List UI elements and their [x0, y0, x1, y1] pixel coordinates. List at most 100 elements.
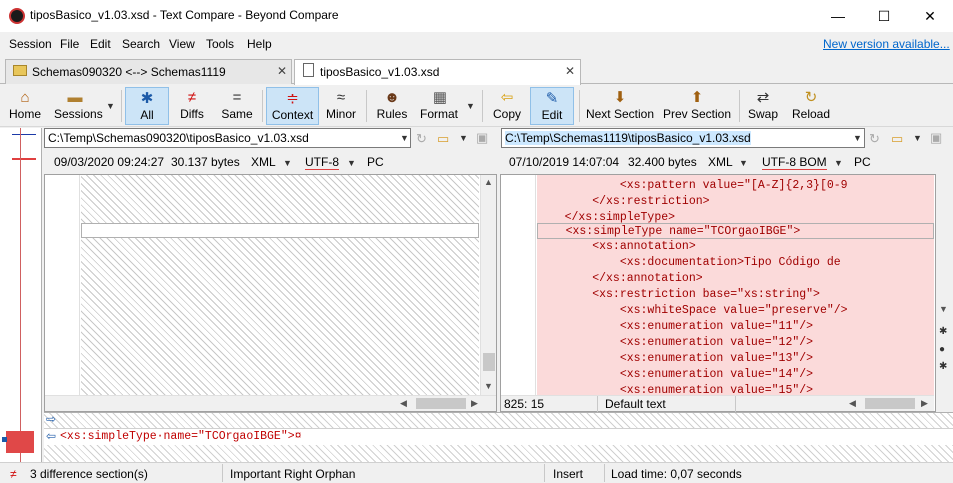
tab-close-icon[interactable]: ✕ — [277, 64, 287, 78]
home-icon: ⌂ — [20, 89, 30, 106]
minor-button[interactable]: ≈ Minor — [321, 87, 361, 125]
right-format[interactable]: XML — [708, 155, 733, 169]
edit-label: Edit — [541, 108, 563, 122]
context-button[interactable]: ≑ Context — [266, 87, 319, 125]
menu-view[interactable]: View — [169, 37, 195, 51]
chevron-down-icon[interactable]: ▼ — [834, 158, 843, 168]
diff-sections-count: 3 difference section(s) — [30, 467, 148, 481]
chevron-down-icon[interactable]: ▼ — [400, 133, 409, 143]
open-folder-icon[interactable]: ▭ — [437, 131, 449, 147]
right-side-strip[interactable]: ▼ ✱ ● ✱ — [936, 174, 953, 412]
scroll-down-icon[interactable]: ▼ — [484, 381, 493, 391]
referee-icon: ☻ — [384, 89, 400, 106]
right-encoding[interactable]: UTF-8 BOM — [762, 155, 827, 170]
section-dot-icon[interactable]: ● — [939, 344, 945, 355]
status-divider — [544, 464, 545, 482]
code-line: </xs:annotation> — [537, 272, 703, 285]
chevron-down-icon[interactable]: ▼ — [459, 133, 468, 143]
left-encoding[interactable]: UTF-8 — [305, 155, 339, 170]
arrow-down-icon: ⬇ — [613, 89, 627, 106]
minimize-button[interactable]: — — [815, 0, 861, 32]
edit-button[interactable]: ✎ Edit — [530, 87, 574, 125]
right-path-input[interactable]: C:\Temp\Schemas1119\tiposBasico_v1.03.xs… — [501, 128, 865, 148]
scroll-up-icon[interactable]: ▲ — [484, 177, 493, 187]
context-label: Context — [271, 108, 314, 122]
swap-button[interactable]: ⇄ Swap — [744, 87, 782, 125]
diffs-button[interactable]: ≠ Diffs — [172, 87, 212, 125]
refresh-icon[interactable]: ↻ — [869, 131, 880, 147]
right-code-area[interactable]: <xs:pattern value="[A-Z]{2,3}[0-9 </xs:r… — [537, 175, 934, 395]
code-line: <xs:pattern value="[A-Z]{2,3}[0-9 — [537, 179, 848, 192]
status-divider — [735, 396, 736, 412]
chevron-down-icon[interactable]: ▼ — [739, 158, 748, 168]
scroll-thumb[interactable] — [416, 398, 466, 409]
not-equal-icon: ≠ — [10, 467, 17, 481]
overview-line — [20, 128, 21, 462]
detail-filler — [44, 445, 953, 462]
swap-icon: ⇄ — [756, 89, 770, 106]
scroll-down-icon[interactable]: ▼ — [939, 304, 948, 314]
section-next-icon[interactable]: ✱ — [939, 326, 947, 337]
home-button[interactable]: ⌂ Home — [5, 87, 45, 125]
next-section-button[interactable]: ⬇ Next Section — [584, 87, 656, 125]
maximize-button[interactable]: ☐ — [861, 0, 907, 32]
left-format[interactable]: XML — [251, 155, 276, 169]
chevron-down-icon[interactable]: ▼ — [853, 133, 862, 143]
insert-mode: Insert — [553, 467, 584, 481]
tab-close-icon[interactable]: ✕ — [565, 64, 575, 78]
new-version-link[interactable]: New version available... — [823, 37, 950, 51]
close-window-button[interactable]: ✕ — [907, 0, 953, 32]
tab-text-compare[interactable]: tiposBasico_v1.03.xsd ✕ — [294, 59, 581, 85]
code-line: <xs:restriction base="xs:string"> — [537, 288, 820, 301]
scroll-right-icon[interactable]: ▶ — [921, 398, 928, 409]
window-title: tiposBasico_v1.03.xsd - Text Compare - B… — [30, 8, 339, 22]
reload-button[interactable]: ↻ Reload — [788, 87, 834, 125]
left-line-ending[interactable]: PC — [367, 155, 384, 169]
status-divider — [222, 464, 223, 482]
chevron-down-icon[interactable]: ▼ — [347, 158, 356, 168]
section-prev-icon[interactable]: ✱ — [939, 361, 947, 372]
rules-label: Rules — [376, 107, 408, 121]
left-horizontal-scrollbar[interactable]: ◀ ▶ — [45, 395, 496, 411]
right-status-row: 825: 15 Default text ◀ ▶ — [501, 395, 934, 412]
chevron-down-icon[interactable]: ▼ — [283, 158, 292, 168]
scroll-right-icon[interactable]: ▶ — [471, 398, 478, 409]
arrow-up-icon: ⬆ — [690, 89, 704, 106]
code-line-current: <xs:simpleType name="TCOrgaoIBGE"> — [537, 223, 934, 239]
scroll-thumb[interactable] — [483, 353, 495, 371]
menu-search[interactable]: Search — [122, 37, 160, 51]
left-cursor-line — [81, 223, 479, 238]
left-hatched-area — [81, 175, 479, 395]
same-button[interactable]: = Same — [216, 87, 258, 125]
prev-section-button[interactable]: ⬆ Prev Section — [660, 87, 734, 125]
chevron-down-icon[interactable]: ▼ — [913, 133, 922, 143]
reload-icon: ↻ — [804, 89, 818, 106]
left-path-input[interactable]: C:\Temp\Schemas090320\tiposBasico_v1.03.… — [44, 128, 411, 148]
tab-folder-compare[interactable]: Schemas090320 <--> Schemas1119 ✕ — [5, 59, 292, 84]
left-vertical-scrollbar[interactable]: ▲ ▼ — [480, 175, 496, 395]
scroll-thumb[interactable] — [865, 398, 915, 409]
asterisk-icon: ✱ — [140, 90, 154, 107]
save-icon[interactable]: ▣ — [930, 130, 942, 146]
menu-tools[interactable]: Tools — [206, 37, 234, 51]
refresh-icon[interactable]: ↻ — [416, 131, 427, 147]
right-line-ending[interactable]: PC — [854, 155, 871, 169]
menu-file[interactable]: File — [60, 37, 79, 51]
menu-edit[interactable]: Edit — [90, 37, 111, 51]
menu-help[interactable]: Help — [247, 37, 272, 51]
scroll-left-icon[interactable]: ◀ — [400, 398, 407, 409]
rules-button[interactable]: ☻ Rules — [372, 87, 412, 125]
overview-strip[interactable] — [0, 128, 42, 462]
sessions-button[interactable]: ▬ Sessions ▼ — [48, 87, 118, 125]
same-label: Same — [221, 107, 253, 121]
chevron-down-icon: ▼ — [106, 101, 115, 111]
code-line: </xs:restriction> — [537, 195, 710, 208]
open-folder-icon[interactable]: ▭ — [891, 131, 903, 147]
all-button[interactable]: ✱ All — [125, 87, 169, 125]
format-button[interactable]: ▦ Format ▼ — [416, 87, 478, 125]
copy-button[interactable]: ⇦ Copy — [488, 87, 526, 125]
format-icon: ▦ — [432, 89, 448, 106]
save-icon[interactable]: ▣ — [476, 130, 488, 146]
menu-session[interactable]: Session — [9, 37, 52, 51]
scroll-left-icon[interactable]: ◀ — [849, 398, 856, 409]
